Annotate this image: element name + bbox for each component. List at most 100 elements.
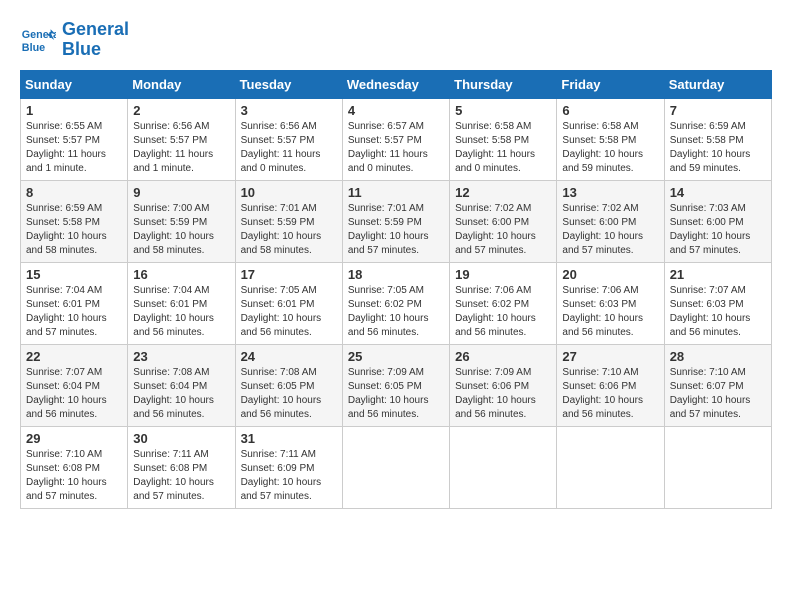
calendar-cell: 16 Sunrise: 7:04 AM Sunset: 6:01 PM Dayl… (128, 262, 235, 344)
calendar-cell: 21 Sunrise: 7:07 AM Sunset: 6:03 PM Dayl… (664, 262, 771, 344)
day-info: Sunrise: 7:10 AM Sunset: 6:07 PM Dayligh… (670, 366, 766, 422)
header-tuesday: Tuesday (235, 70, 342, 98)
day-number: 2 (133, 103, 229, 118)
day-number: 14 (670, 185, 766, 200)
day-number: 4 (348, 103, 444, 118)
calendar-table: Sunday Monday Tuesday Wednesday Thursday… (20, 70, 772, 509)
calendar-cell: 3 Sunrise: 6:56 AM Sunset: 5:57 PM Dayli… (235, 98, 342, 180)
calendar-cell: 5 Sunrise: 6:58 AM Sunset: 5:58 PM Dayli… (450, 98, 557, 180)
day-number: 21 (670, 267, 766, 282)
day-number: 3 (241, 103, 337, 118)
day-info: Sunrise: 7:07 AM Sunset: 6:03 PM Dayligh… (670, 284, 766, 340)
calendar-cell: 12 Sunrise: 7:02 AM Sunset: 6:00 PM Dayl… (450, 180, 557, 262)
calendar-cell: 6 Sunrise: 6:58 AM Sunset: 5:58 PM Dayli… (557, 98, 664, 180)
day-number: 22 (26, 349, 122, 364)
calendar-cell: 28 Sunrise: 7:10 AM Sunset: 6:07 PM Dayl… (664, 344, 771, 426)
header-saturday: Saturday (664, 70, 771, 98)
day-info: Sunrise: 6:55 AM Sunset: 5:57 PM Dayligh… (26, 120, 122, 176)
calendar-cell (664, 426, 771, 508)
calendar-cell: 9 Sunrise: 7:00 AM Sunset: 5:59 PM Dayli… (128, 180, 235, 262)
header-thursday: Thursday (450, 70, 557, 98)
day-info: Sunrise: 7:10 AM Sunset: 6:08 PM Dayligh… (26, 448, 122, 504)
day-info: Sunrise: 7:04 AM Sunset: 6:01 PM Dayligh… (26, 284, 122, 340)
day-info: Sunrise: 6:56 AM Sunset: 5:57 PM Dayligh… (241, 120, 337, 176)
day-number: 13 (562, 185, 658, 200)
calendar-cell: 15 Sunrise: 7:04 AM Sunset: 6:01 PM Dayl… (21, 262, 128, 344)
calendar-cell: 7 Sunrise: 6:59 AM Sunset: 5:58 PM Dayli… (664, 98, 771, 180)
day-info: Sunrise: 7:06 AM Sunset: 6:02 PM Dayligh… (455, 284, 551, 340)
day-info: Sunrise: 7:05 AM Sunset: 6:02 PM Dayligh… (348, 284, 444, 340)
weekday-header-row: Sunday Monday Tuesday Wednesday Thursday… (21, 70, 772, 98)
day-number: 20 (562, 267, 658, 282)
day-info: Sunrise: 6:59 AM Sunset: 5:58 PM Dayligh… (26, 202, 122, 258)
day-info: Sunrise: 6:57 AM Sunset: 5:57 PM Dayligh… (348, 120, 444, 176)
day-info: Sunrise: 7:05 AM Sunset: 6:01 PM Dayligh… (241, 284, 337, 340)
day-info: Sunrise: 7:02 AM Sunset: 6:00 PM Dayligh… (562, 202, 658, 258)
header-monday: Monday (128, 70, 235, 98)
calendar-cell: 29 Sunrise: 7:10 AM Sunset: 6:08 PM Dayl… (21, 426, 128, 508)
day-info: Sunrise: 6:58 AM Sunset: 5:58 PM Dayligh… (562, 120, 658, 176)
day-number: 30 (133, 431, 229, 446)
day-info: Sunrise: 7:07 AM Sunset: 6:04 PM Dayligh… (26, 366, 122, 422)
calendar-cell: 26 Sunrise: 7:09 AM Sunset: 6:06 PM Dayl… (450, 344, 557, 426)
day-number: 19 (455, 267, 551, 282)
calendar-cell: 2 Sunrise: 6:56 AM Sunset: 5:57 PM Dayli… (128, 98, 235, 180)
day-number: 15 (26, 267, 122, 282)
day-info: Sunrise: 7:00 AM Sunset: 5:59 PM Dayligh… (133, 202, 229, 258)
calendar-cell (557, 426, 664, 508)
calendar-week-5: 29 Sunrise: 7:10 AM Sunset: 6:08 PM Dayl… (21, 426, 772, 508)
calendar-cell: 13 Sunrise: 7:02 AM Sunset: 6:00 PM Dayl… (557, 180, 664, 262)
day-number: 9 (133, 185, 229, 200)
calendar-cell (342, 426, 449, 508)
day-number: 8 (26, 185, 122, 200)
day-info: Sunrise: 7:09 AM Sunset: 6:06 PM Dayligh… (455, 366, 551, 422)
calendar-cell: 11 Sunrise: 7:01 AM Sunset: 5:59 PM Dayl… (342, 180, 449, 262)
calendar-cell: 30 Sunrise: 7:11 AM Sunset: 6:08 PM Dayl… (128, 426, 235, 508)
day-number: 23 (133, 349, 229, 364)
calendar-cell: 4 Sunrise: 6:57 AM Sunset: 5:57 PM Dayli… (342, 98, 449, 180)
calendar-week-3: 15 Sunrise: 7:04 AM Sunset: 6:01 PM Dayl… (21, 262, 772, 344)
day-info: Sunrise: 7:02 AM Sunset: 6:00 PM Dayligh… (455, 202, 551, 258)
day-number: 7 (670, 103, 766, 118)
day-info: Sunrise: 7:06 AM Sunset: 6:03 PM Dayligh… (562, 284, 658, 340)
day-number: 31 (241, 431, 337, 446)
day-info: Sunrise: 7:01 AM Sunset: 5:59 PM Dayligh… (348, 202, 444, 258)
day-number: 25 (348, 349, 444, 364)
day-number: 5 (455, 103, 551, 118)
calendar-cell: 23 Sunrise: 7:08 AM Sunset: 6:04 PM Dayl… (128, 344, 235, 426)
logo: General Blue GeneralBlue (20, 20, 129, 60)
day-number: 29 (26, 431, 122, 446)
header-sunday: Sunday (21, 70, 128, 98)
day-number: 6 (562, 103, 658, 118)
header-friday: Friday (557, 70, 664, 98)
day-info: Sunrise: 7:03 AM Sunset: 6:00 PM Dayligh… (670, 202, 766, 258)
calendar-cell: 31 Sunrise: 7:11 AM Sunset: 6:09 PM Dayl… (235, 426, 342, 508)
calendar-cell: 8 Sunrise: 6:59 AM Sunset: 5:58 PM Dayli… (21, 180, 128, 262)
day-info: Sunrise: 7:10 AM Sunset: 6:06 PM Dayligh… (562, 366, 658, 422)
calendar-cell: 25 Sunrise: 7:09 AM Sunset: 6:05 PM Dayl… (342, 344, 449, 426)
day-info: Sunrise: 6:59 AM Sunset: 5:58 PM Dayligh… (670, 120, 766, 176)
calendar-cell: 10 Sunrise: 7:01 AM Sunset: 5:59 PM Dayl… (235, 180, 342, 262)
calendar-week-4: 22 Sunrise: 7:07 AM Sunset: 6:04 PM Dayl… (21, 344, 772, 426)
calendar-cell: 27 Sunrise: 7:10 AM Sunset: 6:06 PM Dayl… (557, 344, 664, 426)
calendar-cell: 14 Sunrise: 7:03 AM Sunset: 6:00 PM Dayl… (664, 180, 771, 262)
calendar-week-1: 1 Sunrise: 6:55 AM Sunset: 5:57 PM Dayli… (21, 98, 772, 180)
day-number: 27 (562, 349, 658, 364)
day-number: 18 (348, 267, 444, 282)
day-info: Sunrise: 7:11 AM Sunset: 6:08 PM Dayligh… (133, 448, 229, 504)
day-number: 1 (26, 103, 122, 118)
calendar-cell: 24 Sunrise: 7:08 AM Sunset: 6:05 PM Dayl… (235, 344, 342, 426)
day-info: Sunrise: 7:04 AM Sunset: 6:01 PM Dayligh… (133, 284, 229, 340)
calendar-cell (450, 426, 557, 508)
day-info: Sunrise: 7:09 AM Sunset: 6:05 PM Dayligh… (348, 366, 444, 422)
calendar-cell: 19 Sunrise: 7:06 AM Sunset: 6:02 PM Dayl… (450, 262, 557, 344)
day-number: 17 (241, 267, 337, 282)
day-number: 26 (455, 349, 551, 364)
calendar-week-2: 8 Sunrise: 6:59 AM Sunset: 5:58 PM Dayli… (21, 180, 772, 262)
svg-text:Blue: Blue (22, 42, 45, 54)
logo-icon: General Blue (20, 22, 56, 58)
day-number: 16 (133, 267, 229, 282)
day-number: 28 (670, 349, 766, 364)
logo-text: GeneralBlue (62, 20, 129, 60)
day-number: 12 (455, 185, 551, 200)
